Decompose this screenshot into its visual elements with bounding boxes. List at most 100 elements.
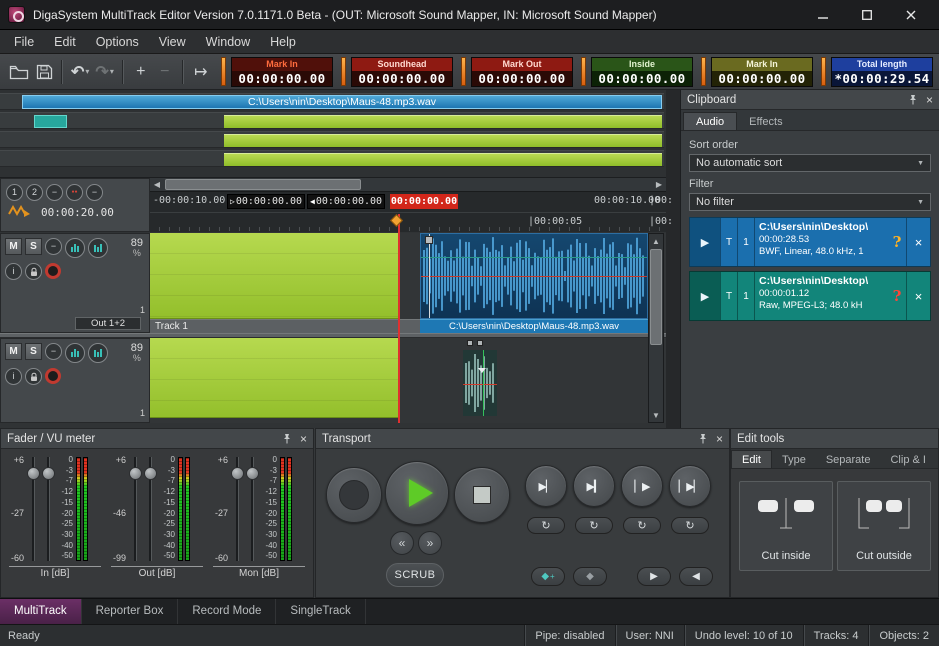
minimize-button[interactable] <box>803 3 843 27</box>
fader-slider[interactable] <box>42 455 55 563</box>
overview-clip-green[interactable] <box>224 153 662 166</box>
play-range-button[interactable]: ▏▶▏ <box>669 465 711 507</box>
track-1-area[interactable]: Track 1 C:\Users\nin\Desktop\Maus-48.mp3… <box>150 233 666 333</box>
fader-knob[interactable] <box>129 467 142 480</box>
track-2-mute-button[interactable]: M <box>5 343 22 360</box>
entry-play-button[interactable]: ▶ <box>690 272 720 320</box>
clipboard-entry[interactable]: ▶ T 1 C:\Users\nin\Desktop\ 00:00:28.53 … <box>689 217 931 267</box>
fader-knob[interactable] <box>144 467 157 480</box>
add-button[interactable]: + <box>129 59 153 85</box>
fader-knob[interactable] <box>246 467 259 480</box>
track-2-area[interactable] <box>150 338 666 423</box>
playhead-line[interactable] <box>398 214 400 423</box>
pin-icon[interactable] <box>282 433 292 444</box>
ruler-row-2[interactable]: |00:00:05 |00: <box>150 212 666 232</box>
remove-button[interactable]: − <box>153 59 177 85</box>
maximize-button[interactable] <box>847 3 887 27</box>
remove-marker-button[interactable]: − <box>46 184 63 201</box>
track-1-info-button[interactable]: i <box>5 263 22 280</box>
pin-icon[interactable] <box>908 94 918 105</box>
tab-type[interactable]: Type <box>772 451 816 468</box>
track-2-green-clip[interactable] <box>150 338 400 418</box>
play-button[interactable] <box>385 461 449 525</box>
save-button[interactable] <box>32 59 56 85</box>
marker-button[interactable]: ↦ <box>189 59 213 85</box>
tab-edit[interactable]: Edit <box>731 450 772 468</box>
track-2-info-button[interactable]: i <box>5 368 22 385</box>
track-1-eq-button[interactable] <box>65 238 85 258</box>
wave-follow-icon[interactable] <box>7 203 31 221</box>
step-forward-button[interactable]: » <box>418 531 442 555</box>
fader-slider[interactable] <box>129 455 142 563</box>
record-markers-button[interactable]: ●● <box>66 184 83 201</box>
redo-button[interactable]: ↷▾ <box>92 59 116 85</box>
loop-button-4[interactable]: ↻ <box>671 517 709 534</box>
menu-window[interactable]: Window <box>196 32 260 52</box>
play-to-cursor-button[interactable]: ▶▏ <box>525 465 567 507</box>
tab-clip[interactable]: Clip & I <box>880 451 935 468</box>
fader-knob[interactable] <box>231 467 244 480</box>
fader-slider[interactable] <box>231 455 244 563</box>
overview-clip-selected[interactable]: C:\Users\nin\Desktop\Maus-48.mp3.wav <box>22 95 662 109</box>
scroll-right-arrow[interactable]: ▶ <box>652 178 666 191</box>
marker-2-button[interactable]: 2 <box>26 184 43 201</box>
nudge-back-button[interactable]: ◀ <box>679 567 713 586</box>
fader-knob[interactable] <box>42 467 55 480</box>
pin-icon[interactable] <box>698 433 708 444</box>
sort-order-select[interactable]: No automatic sort ▼ <box>689 154 931 172</box>
cut-inside-button[interactable]: Cut inside <box>739 481 833 571</box>
clipboard-close-button[interactable]: × <box>926 94 933 106</box>
entry-remove-button[interactable]: × <box>906 272 930 320</box>
entry-play-button[interactable]: ▶ <box>690 218 720 266</box>
track-2-eq-button[interactable] <box>65 343 85 363</box>
scroll-down-arrow[interactable]: ▼ <box>649 408 663 422</box>
undo-button[interactable]: ↶▾ <box>68 59 92 85</box>
play-to-end-button[interactable]: ▏▶ <box>621 465 663 507</box>
cut-outside-button[interactable]: Cut outside <box>837 481 931 571</box>
track-1-record-button[interactable] <box>45 263 61 279</box>
mini-clip-handles[interactable] <box>467 340 483 346</box>
scroll-up-arrow[interactable]: ▲ <box>649 234 663 248</box>
track-1-output-button[interactable]: Out 1+2 <box>75 317 141 330</box>
track-2-record-button[interactable] <box>45 368 61 384</box>
menu-help[interactable]: Help <box>260 32 306 52</box>
track-2-minus-button[interactable]: − <box>45 343 62 360</box>
track-1-green-clip[interactable] <box>150 233 400 319</box>
tab-record-mode[interactable]: Record Mode <box>178 599 276 624</box>
loop-button-1[interactable]: ↻ <box>527 517 565 534</box>
mark-out-flagbox[interactable]: ◀ 00:00:00.00 <box>307 194 385 209</box>
mark-in-flagbox[interactable]: ▷ 00:00:00.00 <box>227 194 305 209</box>
track-1-pan-button[interactable] <box>88 238 108 258</box>
vertical-scrollbar[interactable]: ▲ ▼ <box>648 233 664 423</box>
transport-close-button[interactable]: × <box>716 433 723 445</box>
fader-slider[interactable] <box>144 455 157 563</box>
tab-multitrack[interactable]: MultiTrack <box>0 599 82 624</box>
tab-reporter-box[interactable]: Reporter Box <box>82 599 179 624</box>
filter-select[interactable]: No filter ▼ <box>689 193 931 211</box>
entry-remove-button[interactable]: × <box>906 218 930 266</box>
close-button[interactable] <box>891 3 931 27</box>
menu-view[interactable]: View <box>149 32 196 52</box>
tab-singletrack[interactable]: SingleTrack <box>276 599 365 624</box>
vertical-scroll-thumb[interactable] <box>650 249 662 345</box>
ruler-row-1[interactable]: -00:00:10.00 ▷ 00:00:00.00 ◀ 00:00:00.00… <box>150 192 666 212</box>
track-2-pan-button[interactable] <box>88 343 108 363</box>
track-1-mute-button[interactable]: M <box>5 238 22 255</box>
marker-1-button[interactable]: 1 <box>6 184 23 201</box>
loop-button-3[interactable]: ↻ <box>623 517 661 534</box>
play-from-cursor-button[interactable]: ▶▎ <box>573 465 615 507</box>
track-1-waveform-clip[interactable] <box>420 233 648 319</box>
fader-close-button[interactable]: × <box>300 433 307 445</box>
goto-marker-button[interactable]: ◆ <box>573 567 607 586</box>
fader-knob[interactable] <box>27 467 40 480</box>
tab-effects[interactable]: Effects <box>737 113 794 130</box>
overview-clip-green[interactable] <box>224 115 662 128</box>
horizontal-scroll-thumb[interactable] <box>165 179 361 190</box>
fader-slider[interactable] <box>27 455 40 563</box>
nudge-forward-button[interactable]: ▶ <box>637 567 671 586</box>
playhead-diamond[interactable] <box>390 214 403 227</box>
add-marker-button[interactable]: ◆+ <box>531 567 565 586</box>
scroll-left-arrow[interactable]: ◀ <box>150 178 164 191</box>
stop-button[interactable] <box>454 467 510 523</box>
horizontal-scrollbar[interactable]: ◀ ▶ <box>150 178 666 192</box>
